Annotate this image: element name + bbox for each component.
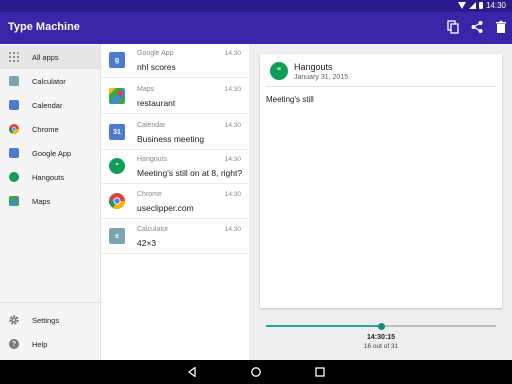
chrome-icon [9, 124, 19, 134]
sidebar-item-chrome[interactable]: Chrome [0, 117, 100, 141]
list-item-time: 14:30 [224, 191, 241, 198]
timeline-slider[interactable] [266, 322, 496, 330]
list-item-app: Hangouts [137, 156, 167, 163]
divider [266, 86, 496, 87]
help-icon: ? [9, 339, 19, 349]
status-time: 14:30 [485, 1, 506, 10]
calculator-icon [9, 76, 19, 86]
sidebar-item-help[interactable]: ? Help [0, 332, 100, 356]
maps-icon [109, 88, 125, 104]
back-icon[interactable] [186, 366, 198, 378]
sidebar-item-hangouts[interactable]: Hangouts [0, 165, 100, 189]
sidebar-item-label: Calendar [32, 100, 63, 110]
list-item[interactable]: g Google App 14:30 nhl scores [101, 44, 249, 78]
detail-app-name: Hangouts [294, 62, 333, 72]
signal-icon [468, 2, 476, 9]
list-item-app: Calculator [137, 226, 169, 233]
list-item-app: Chrome [137, 191, 162, 198]
delete-icon[interactable] [494, 20, 508, 34]
app-title: Type Machine [8, 21, 80, 33]
list-item[interactable]: " Hangouts 14:30 Meeting's still on at 8… [101, 150, 249, 184]
list-item[interactable]: 31 Calendar 14:30 Business meeting [101, 116, 249, 150]
status-bar: 14:30 [0, 0, 512, 12]
recent-apps-icon[interactable] [314, 366, 326, 378]
detail-date: January 31, 2015 [294, 74, 349, 81]
app-bar: Type Machine [0, 12, 512, 44]
hangouts-icon: " [270, 62, 288, 80]
sidebar-item-calculator[interactable]: Calculator [0, 69, 100, 93]
sidebar-item-calendar[interactable]: Calendar [0, 93, 100, 117]
sidebar-item-all-apps[interactable]: All apps [0, 45, 100, 69]
chrome-icon [109, 193, 125, 209]
list-item-text: restaurant [137, 98, 176, 108]
status-icons: 14:30 [457, 1, 506, 10]
list-item-time: 14:30 [224, 50, 241, 57]
hangouts-icon: " [109, 158, 125, 174]
timeline-position: 16 out of 31 [363, 343, 399, 350]
list-item-app: Google App [137, 50, 174, 57]
timeline-slider-fill [266, 325, 381, 327]
sidebar-divider [0, 302, 100, 303]
notification-list: g Google App 14:30 nhl scores Maps 14:30… [101, 44, 249, 360]
sidebar-item-label: Settings [32, 315, 60, 325]
list-item-app: Maps [137, 86, 155, 93]
sidebar-item-label: Help [32, 339, 48, 349]
list-item-text: Meeting's still on at 8, right? [137, 168, 243, 178]
sidebar: All apps Calculator Calendar Chrome Goog… [0, 44, 101, 360]
list-item[interactable]: ± Calculator 14:30 42×3 [101, 220, 249, 254]
calendar-icon: 31 [109, 124, 125, 140]
notification-detail-card: " Hangouts January 31, 2015 Meeting's st… [260, 54, 502, 308]
list-item[interactable]: Chrome 14:30 useclipper.com [101, 185, 249, 219]
sidebar-item-label: Chrome [32, 124, 59, 134]
sidebar-item-label: Calculator [32, 76, 66, 86]
grid-icon [9, 52, 19, 62]
share-icon[interactable] [470, 20, 484, 34]
timeline-slider-thumb[interactable] [377, 322, 385, 330]
maps-icon [9, 196, 19, 206]
google-app-icon [9, 148, 19, 158]
list-item-time: 14:30 [224, 86, 241, 93]
list-item-text: Business meeting [137, 134, 205, 144]
list-item-text: nhl scores [137, 62, 176, 72]
detail-body[interactable]: Meeting's still [266, 95, 314, 104]
list-item-text: 42×3 [137, 238, 157, 248]
list-item[interactable]: Maps 14:30 restaurant [101, 80, 249, 114]
list-item-time: 14:30 [224, 122, 241, 129]
timeline-time: 14:30:15 [366, 334, 396, 341]
sidebar-item-label: Maps [32, 196, 51, 206]
list-item-time: 14:30 [224, 156, 241, 163]
detail-pane: " Hangouts January 31, 2015 Meeting's st… [250, 44, 512, 360]
sidebar-item-label: Google App [32, 148, 72, 158]
calculator-icon: ± [109, 228, 125, 244]
sidebar-item-label: Hangouts [32, 172, 65, 182]
list-item-text: useclipper.com [137, 203, 194, 213]
battery-icon [478, 2, 483, 9]
copy-icon[interactable] [446, 20, 460, 34]
google-app-icon: g [109, 52, 125, 68]
gear-icon [9, 315, 19, 325]
home-icon[interactable] [250, 366, 262, 378]
sidebar-item-maps[interactable]: Maps [0, 189, 100, 213]
sidebar-item-label: All apps [32, 52, 59, 62]
list-item-app: Calendar [137, 122, 166, 129]
sidebar-item-google-app[interactable]: Google App [0, 141, 100, 165]
navigation-bar [0, 360, 512, 384]
sidebar-item-settings[interactable]: Settings [0, 308, 100, 332]
wifi-icon [457, 2, 466, 9]
list-item-time: 14:30 [224, 226, 241, 233]
hangouts-icon [9, 172, 19, 182]
calendar-icon [9, 100, 19, 110]
